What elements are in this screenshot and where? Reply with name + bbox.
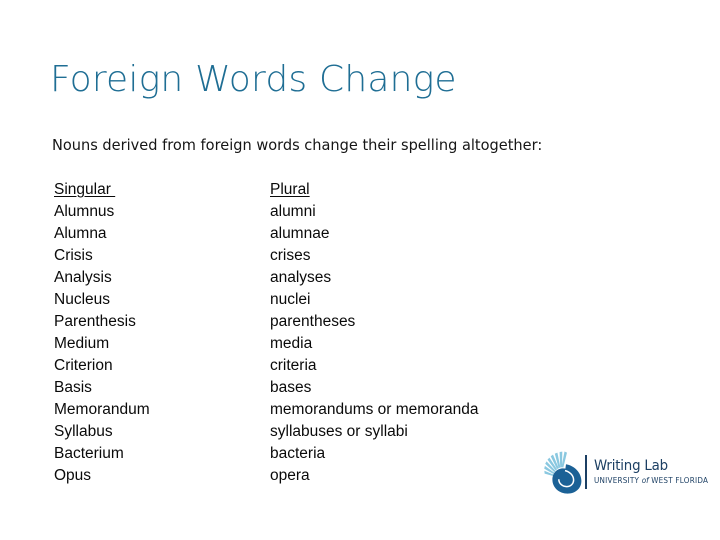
slide-canvas: Foreign Words Change Nouns derived from … bbox=[0, 0, 720, 540]
table-row: Alumnus alumni bbox=[54, 201, 614, 223]
logo-divider bbox=[585, 455, 587, 489]
nautilus-shell-icon bbox=[544, 451, 582, 494]
table-row: Opus opera bbox=[54, 465, 614, 487]
logo-tagline-of: of bbox=[641, 476, 649, 485]
cell-plural: bacteria bbox=[270, 445, 326, 462]
cell-singular: Criterion bbox=[54, 357, 113, 374]
table-row: Analysis analyses bbox=[54, 267, 614, 289]
cell-singular: Bacterium bbox=[54, 445, 124, 462]
cell-singular: Analysis bbox=[54, 269, 112, 286]
cell-plural: memorandums or memoranda bbox=[270, 401, 479, 418]
table-row: Criterion criteria bbox=[54, 355, 614, 377]
cell-singular: Crisis bbox=[54, 247, 93, 264]
cell-plural: alumnae bbox=[270, 225, 330, 242]
table-row: Basis bases bbox=[54, 377, 614, 399]
cell-singular: Medium bbox=[54, 335, 110, 352]
logo-tagline-prefix: UNIVERSITY bbox=[593, 476, 639, 485]
column-header-plural: Plural bbox=[270, 181, 310, 198]
cell-singular: Nucleus bbox=[54, 291, 110, 308]
table-row: Parenthesis parentheses bbox=[54, 311, 614, 333]
cell-singular: Opus bbox=[54, 467, 92, 484]
singular-plural-table: Singular Plural Alumnus alumni Alumna al… bbox=[54, 179, 614, 487]
cell-plural: syllabuses or syllabi bbox=[270, 423, 408, 440]
cell-plural: parentheses bbox=[270, 313, 356, 330]
cell-singular: Alumnus bbox=[54, 203, 115, 220]
table-row: Memorandum memorandums or memoranda bbox=[54, 399, 614, 421]
table-row: Syllabus syllabuses or syllabi bbox=[54, 421, 614, 443]
shell-spiral bbox=[552, 464, 582, 494]
cell-singular: Memorandum bbox=[54, 401, 150, 418]
cell-plural: nuclei bbox=[270, 291, 311, 308]
cell-singular: Syllabus bbox=[54, 423, 113, 440]
cell-plural: opera bbox=[270, 467, 310, 484]
logo-tagline: UNIVERSITY of WEST FLORIDA bbox=[594, 476, 708, 486]
cell-plural: crises bbox=[270, 247, 311, 264]
cell-plural: alumni bbox=[270, 203, 316, 220]
table-header-row: Singular Plural bbox=[54, 179, 614, 201]
cell-singular: Parenthesis bbox=[54, 313, 136, 330]
table-row: Crisis crises bbox=[54, 245, 614, 267]
logo-name: Writing Lab bbox=[593, 458, 668, 474]
table-row: Nucleus nuclei bbox=[54, 289, 614, 311]
logo-text-block: Writing Lab UNIVERSITY of WEST FLORIDA bbox=[594, 458, 714, 486]
page-title: Foreign Words Change bbox=[50, 59, 457, 100]
cell-plural: analyses bbox=[270, 269, 332, 286]
table-row: Bacterium bacteria bbox=[54, 443, 614, 465]
table-row: Medium media bbox=[54, 333, 614, 355]
logo-tagline-suffix: WEST FLORIDA bbox=[650, 476, 708, 485]
cell-singular: Basis bbox=[54, 379, 92, 396]
writing-lab-logo: Writing Lab UNIVERSITY of WEST FLORIDA bbox=[544, 449, 707, 495]
column-header-singular: Singular bbox=[54, 181, 116, 198]
cell-plural: bases bbox=[270, 379, 312, 396]
slide-subtitle: Nouns derived from foreign words change … bbox=[52, 136, 543, 154]
cell-plural: media bbox=[270, 335, 313, 352]
table-row: Alumna alumnae bbox=[54, 223, 614, 245]
cell-plural: criteria bbox=[270, 357, 317, 374]
cell-singular: Alumna bbox=[54, 225, 107, 242]
